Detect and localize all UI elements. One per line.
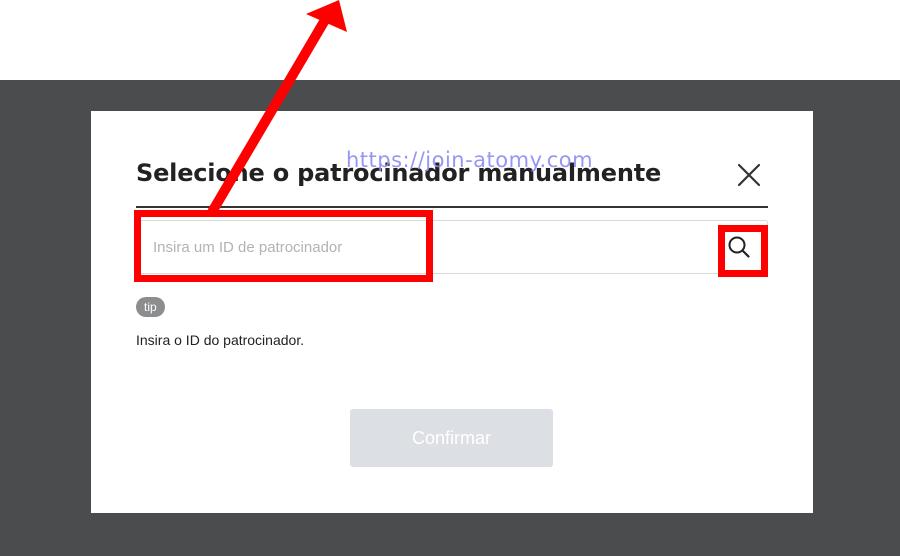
sponsor-search-box	[136, 220, 768, 274]
help-text: Insira o ID do patrocinador.	[136, 332, 305, 348]
close-icon	[737, 163, 761, 187]
sponsor-id-input[interactable]	[153, 221, 693, 273]
dialog-title: Selecione o patrocinador manualmente	[136, 159, 662, 187]
title-divider	[136, 206, 768, 208]
close-button[interactable]	[735, 161, 763, 189]
page-background	[0, 0, 900, 80]
confirm-button[interactable]: Confirmar	[350, 409, 553, 467]
tip-badge: tip	[136, 297, 165, 317]
search-icon	[728, 236, 750, 258]
search-button[interactable]	[725, 233, 753, 261]
sponsor-dialog: Selecione o patrocinador manualmente tip…	[91, 111, 813, 513]
